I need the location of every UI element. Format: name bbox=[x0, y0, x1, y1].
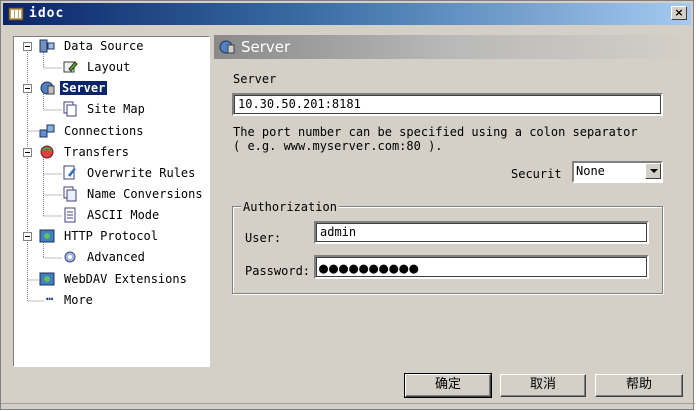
tree-item-advanced[interactable]: Advanced bbox=[85, 248, 147, 266]
password-input[interactable]: ●●●●●●●●●● bbox=[314, 255, 649, 279]
password-mask: ●●●●●●●●●● bbox=[319, 259, 420, 277]
authorization-legend: Authorization bbox=[241, 200, 339, 214]
webdav-icon bbox=[39, 272, 55, 286]
server-input-value: 10.30.50.201:8181 bbox=[238, 97, 361, 111]
tree-item-data-source[interactable]: Data Source bbox=[62, 37, 145, 55]
more-icon: … bbox=[46, 289, 54, 303]
http-protocol-icon bbox=[39, 229, 55, 243]
close-icon: × bbox=[674, 6, 684, 19]
tree-item-http-protocol[interactable]: HTTP Protocol bbox=[62, 227, 160, 245]
title-bar[interactable]: idoc × bbox=[3, 3, 691, 25]
panel-header: Server bbox=[214, 35, 692, 59]
data-source-icon bbox=[39, 39, 55, 53]
user-input[interactable]: admin bbox=[314, 221, 649, 244]
window-title: idoc bbox=[29, 6, 65, 21]
tree-item-overwrite-rules[interactable]: Overwrite Rules bbox=[85, 164, 197, 182]
advanced-icon bbox=[64, 251, 76, 263]
hint-line-2: ( e.g. www.myserver.com:80 ). bbox=[233, 139, 443, 153]
password-label: Password: bbox=[245, 264, 311, 278]
ascii-mode-icon bbox=[64, 207, 76, 223]
authorization-group bbox=[232, 206, 663, 294]
bottom-divider bbox=[1, 403, 695, 404]
connections-icon bbox=[39, 124, 55, 138]
tree-item-webdav-extensions[interactable]: WebDAV Extensions bbox=[62, 270, 189, 288]
user-label: User: bbox=[245, 231, 282, 245]
security-label: Securit bbox=[511, 167, 562, 181]
tree-item-name-conversions[interactable]: Name Conversions bbox=[85, 185, 205, 203]
tree-toggle[interactable] bbox=[23, 84, 32, 93]
dialog-window: idoc × Data Source Layout Server Site Ma… bbox=[0, 0, 695, 410]
name-conversions-icon bbox=[63, 186, 77, 202]
hint-line-1: The port number can be specified using a… bbox=[233, 125, 638, 139]
tree-item-transfers[interactable]: Transfers bbox=[62, 143, 131, 161]
server-icon bbox=[40, 81, 55, 95]
ok-button[interactable]: 确定 bbox=[404, 373, 492, 398]
tree-item-more[interactable]: More bbox=[62, 291, 95, 309]
server-icon bbox=[219, 40, 235, 54]
security-select-value: None bbox=[576, 164, 605, 178]
tree-item-connections[interactable]: Connections bbox=[62, 122, 145, 140]
tree-item-ascii-mode[interactable]: ASCII Mode bbox=[85, 206, 161, 224]
settings-tree[interactable]: Data Source Layout Server Site Map Conne… bbox=[13, 36, 210, 367]
security-select[interactable]: None bbox=[572, 161, 663, 183]
layout-icon bbox=[63, 61, 78, 73]
tree-toggle[interactable] bbox=[23, 232, 32, 241]
tree-item-server[interactable]: Server bbox=[60, 79, 108, 97]
overwrite-rules-icon bbox=[63, 165, 76, 180]
tree-item-site-map[interactable]: Site Map bbox=[85, 100, 147, 118]
app-icon bbox=[8, 7, 24, 21]
chevron-down-icon[interactable] bbox=[645, 163, 661, 179]
help-button[interactable]: 帮助 bbox=[595, 374, 683, 397]
tree-toggle[interactable] bbox=[23, 42, 32, 51]
close-button[interactable]: × bbox=[671, 6, 687, 20]
tree-toggle[interactable] bbox=[23, 148, 32, 157]
server-label: Server bbox=[233, 72, 277, 86]
transfers-icon bbox=[40, 145, 54, 159]
server-input[interactable]: 10.30.50.201:8181 bbox=[232, 93, 663, 116]
tree-item-layout[interactable]: Layout bbox=[85, 58, 132, 76]
site-map-icon bbox=[63, 101, 77, 117]
user-input-value: admin bbox=[320, 225, 357, 239]
cancel-button[interactable]: 取消 bbox=[500, 374, 586, 397]
panel-title: Server bbox=[241, 38, 291, 56]
